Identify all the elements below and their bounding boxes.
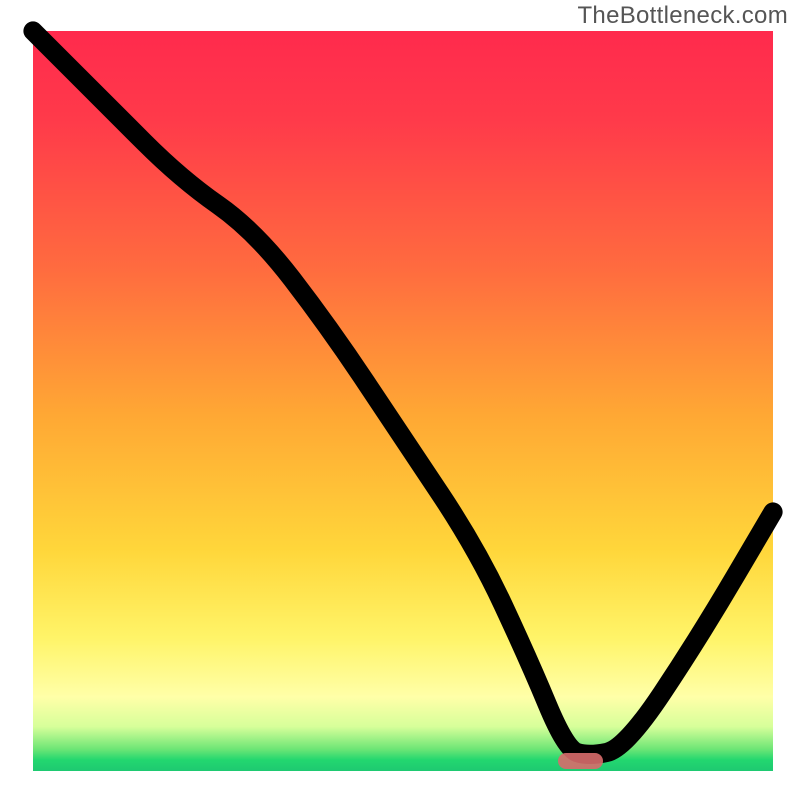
optimal-marker bbox=[558, 753, 602, 769]
chart-stage: TheBottleneck.com bbox=[0, 0, 800, 800]
bottleneck-curve bbox=[33, 31, 773, 771]
plot-area bbox=[33, 31, 773, 771]
watermark-label: TheBottleneck.com bbox=[577, 2, 788, 30]
